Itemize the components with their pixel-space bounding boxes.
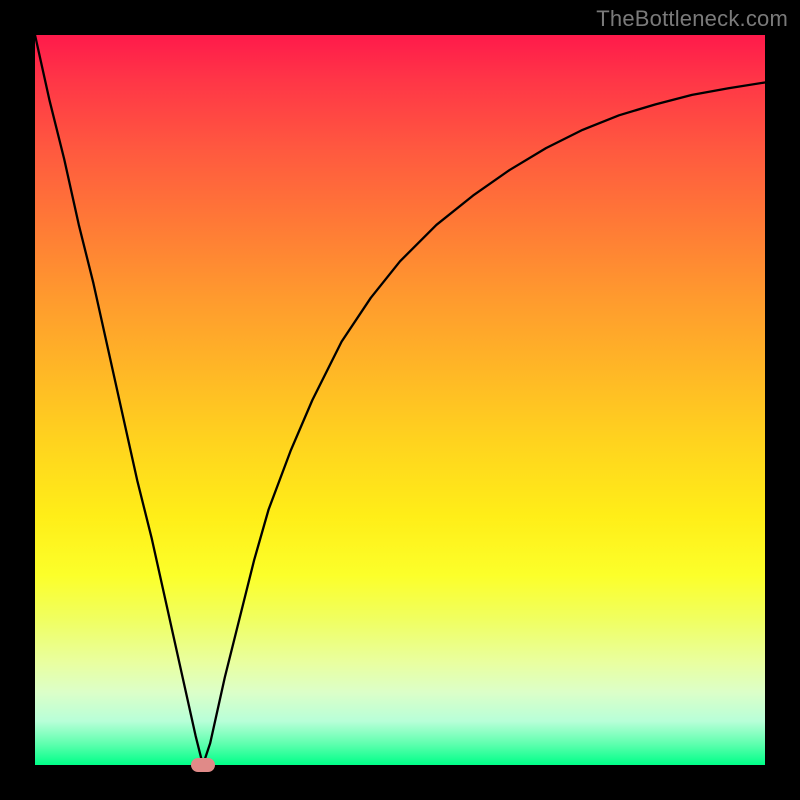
bottleneck-curve (35, 35, 765, 765)
optimal-point-marker (191, 758, 215, 772)
watermark-text: TheBottleneck.com (596, 6, 788, 32)
plot-area (35, 35, 765, 765)
chart-frame: TheBottleneck.com (0, 0, 800, 800)
